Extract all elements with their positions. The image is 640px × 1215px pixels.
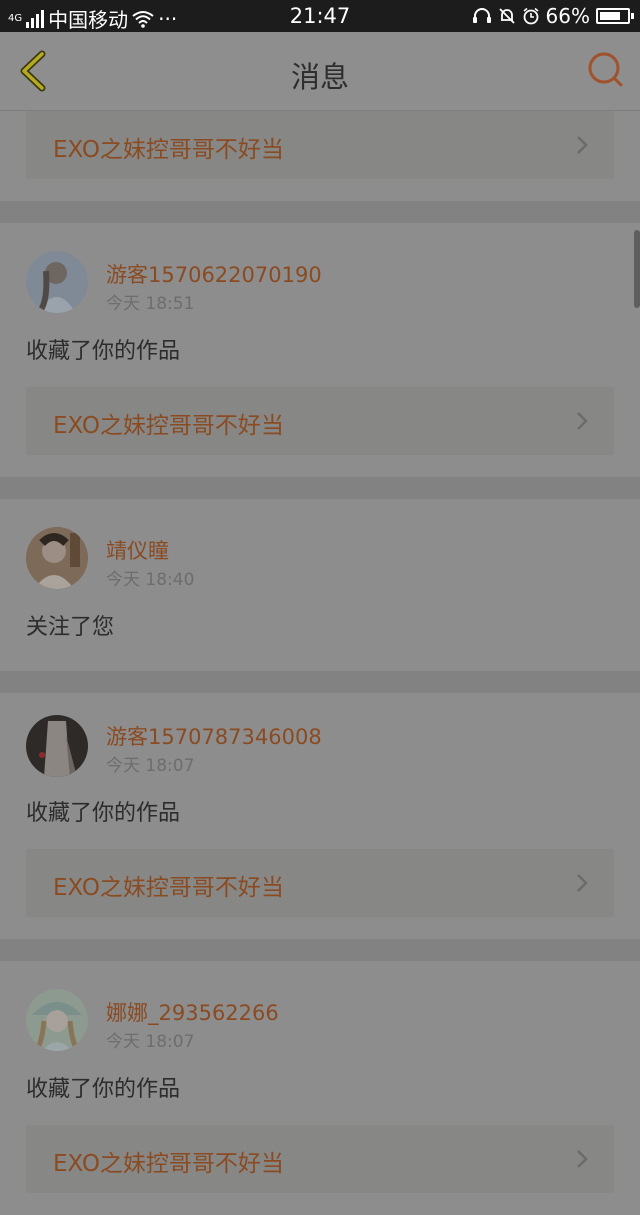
chevron-right-icon	[577, 1150, 588, 1168]
search-button[interactable]	[586, 50, 626, 90]
divider	[0, 477, 640, 499]
divider	[0, 939, 640, 961]
username[interactable]: 游客1570787346008	[106, 721, 322, 751]
battery-icon	[596, 8, 634, 24]
work-link[interactable]: EXO之妹控哥哥不好当	[26, 111, 614, 179]
username[interactable]: 娜娜_293562266	[106, 997, 279, 1027]
message-list: EXO之妹控哥哥不好当 游客1570622070190 今天 18:51 收藏了…	[0, 111, 640, 1215]
action-text: 收藏了你的作品	[26, 1077, 181, 1102]
work-title: EXO之妹控哥哥不好当	[53, 875, 284, 901]
status-bar: 4G 中国移动 ··· 21:47 66%	[0, 0, 640, 32]
chevron-right-icon	[577, 136, 588, 154]
avatar-image	[26, 527, 88, 589]
avatar[interactable]	[26, 715, 88, 777]
username[interactable]: 靖仪瞳	[106, 535, 169, 565]
battery-percent: 66%	[545, 4, 590, 28]
headset-icon	[472, 8, 491, 23]
avatar-image	[26, 989, 88, 1051]
avatar-image	[26, 715, 88, 777]
message-card[interactable]: 靖仪瞳 今天 18:40 关注了您	[0, 499, 640, 671]
message-card[interactable]: 游客1570622070190 今天 18:51 收藏了你的作品 EXO之妹控哥…	[0, 223, 640, 477]
message-card[interactable]: 游客1570787346008 今天 18:07 收藏了你的作品 EXO之妹控哥…	[0, 693, 640, 939]
username[interactable]: 游客1570622070190	[106, 259, 322, 289]
work-title: EXO之妹控哥哥不好当	[53, 413, 284, 439]
message-card: EXO之妹控哥哥不好当	[0, 111, 640, 201]
avatar-image	[26, 251, 88, 313]
work-title: EXO之妹控哥哥不好当	[53, 1151, 284, 1177]
avatar[interactable]	[26, 251, 88, 313]
alarm-icon	[523, 7, 539, 25]
work-link[interactable]: EXO之妹控哥哥不好当	[26, 1125, 614, 1193]
chevron-right-icon	[577, 412, 588, 430]
divider	[0, 201, 640, 223]
scrollbar[interactable]	[634, 230, 640, 308]
action-text: 关注了您	[26, 615, 115, 640]
silent-bell-icon	[498, 8, 515, 24]
timestamp: 今天 18:07	[106, 1032, 195, 1052]
action-text: 收藏了你的作品	[26, 801, 181, 826]
divider	[0, 671, 640, 693]
page-title: 消息	[290, 60, 349, 94]
avatar[interactable]	[26, 527, 88, 589]
app-header: 消息	[0, 32, 640, 111]
timestamp: 今天 18:40	[106, 570, 195, 590]
message-card[interactable]: 娜娜_293562266 今天 18:07 收藏了你的作品 EXO之妹控哥哥不好…	[0, 961, 640, 1215]
status-right: 66%	[472, 4, 634, 28]
chevron-right-icon	[577, 874, 588, 892]
action-text: 收藏了你的作品	[26, 339, 181, 364]
timestamp: 今天 18:51	[106, 294, 195, 314]
work-link[interactable]: EXO之妹控哥哥不好当	[26, 387, 614, 455]
timestamp: 今天 18:07	[106, 756, 195, 776]
search-icon	[588, 52, 623, 87]
avatar[interactable]	[26, 989, 88, 1051]
work-link[interactable]: EXO之妹控哥哥不好当	[26, 849, 614, 917]
work-title: EXO之妹控哥哥不好当	[53, 137, 284, 163]
